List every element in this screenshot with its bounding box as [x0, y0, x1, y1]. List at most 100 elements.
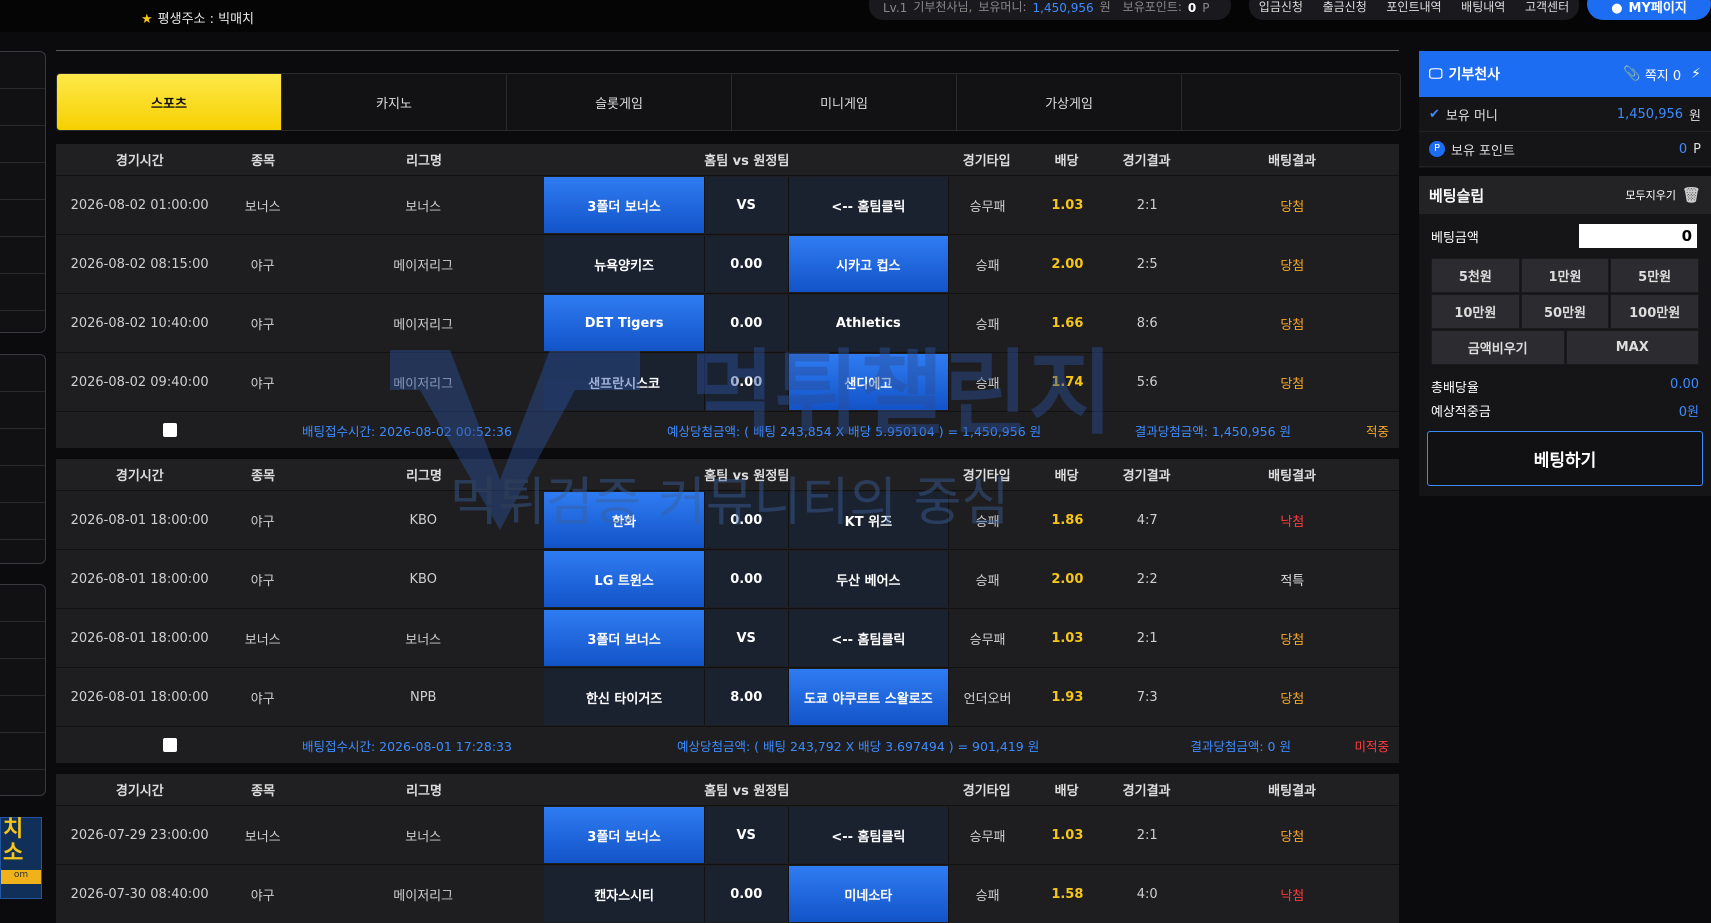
table-row: 2026-08-01 18:00:00 야구 KBO 한화 0.00 KT 위즈 승패 1.8… — [56, 490, 1399, 549]
header-cell: 경기결과 — [1122, 469, 1171, 484]
table-row: 2026-08-02 01:00:00 보너스 보너스 3폴더 보너스 VS <-- 홈팀… — [56, 175, 1399, 234]
tab-sports[interactable]: 스포츠 — [57, 74, 282, 130]
header-cell: 홈팀 vs 원정팀 — [704, 784, 790, 799]
bet-slip: 베팅슬립 모두지우기 🗑 베팅금액 0 5천원 1만원 5만원 10만원 50만… — [1419, 176, 1711, 496]
sport-name: 야구 — [250, 888, 275, 904]
game-type: 승패 — [975, 514, 1000, 530]
home-team-button[interactable]: LG 트윈스 — [544, 551, 705, 607]
menu-withdraw[interactable]: 출금신청 — [1323, 0, 1367, 15]
away-team-button[interactable]: <-- 홈팀클릭 — [788, 807, 950, 863]
place-bet-button[interactable]: 베팅하기 — [1427, 431, 1703, 486]
table-row: 2026-08-02 10:40:00 야구 메이저리그 DET Tigers 0.00… — [56, 293, 1399, 352]
away-team-button[interactable]: 두산 베어스 — [788, 551, 950, 607]
handicap-value: 0.00 — [704, 551, 789, 607]
tab-virtual[interactable]: 가상게임 — [957, 74, 1182, 130]
left-panel-3 — [0, 584, 46, 796]
home-team-button[interactable]: 샌프란시스코 — [544, 354, 705, 410]
bet-status: 미적중 — [1354, 738, 1389, 754]
table-row: 2026-07-29 23:00:00 보너스 보너스 3폴더 보너스 VS <-- 홈팀… — [56, 805, 1399, 864]
bet-result-status: 당첨 — [1280, 632, 1305, 648]
menu-points[interactable]: 포인트내역 — [1386, 0, 1441, 15]
header-cell: 리그명 — [406, 154, 442, 169]
match-score: 2:1 — [1136, 197, 1158, 213]
table-row: 2026-08-01 18:00:00 야구 NPB 한신 타이거즈 8.00 도쿄 야쿠… — [56, 667, 1399, 726]
mypage-button[interactable]: ● MY페이지 — [1587, 0, 1711, 20]
away-team-button[interactable]: 샌디에고 — [788, 354, 950, 410]
header-cell: 경기타입 — [962, 469, 1011, 484]
league-name: 보너스 — [405, 199, 442, 215]
match-time: 2026-07-29 23:00:00 — [70, 827, 209, 843]
side-banner[interactable]: 치 소 om — [0, 817, 42, 899]
bet-result-status: 당첨 — [1280, 199, 1305, 215]
bet-card: 경기시간 종목 리그명 홈팀 vs 원정팀 경기타입 배당 경기결과 배팅결과 2026-07-… — [56, 774, 1399, 923]
max-button[interactable]: MAX — [1565, 330, 1699, 365]
left-panel-2 — [0, 354, 46, 564]
game-type: 승패 — [975, 573, 1000, 589]
table-header: 경기시간 종목 리그명 홈팀 vs 원정팀 경기타입 배당 경기결과 배팅결과 — [56, 459, 1399, 490]
header-cell: 배당 — [1054, 154, 1079, 169]
menu-support[interactable]: 고객센터 — [1525, 0, 1569, 15]
away-team-button[interactable]: 시카고 컵스 — [788, 236, 950, 292]
sport-name: 야구 — [250, 691, 275, 707]
match-time: 2026-08-01 18:00:00 — [70, 512, 209, 528]
handicap-value: 0.00 — [704, 236, 789, 292]
user-info: Lv.1 기부천사님, 보유머니: 1,450,956 원 보유포인트: 0 P — [869, 0, 1231, 20]
tab-minigame[interactable]: 미니게임 — [732, 74, 957, 130]
home-team-button[interactable]: 한신 타이거즈 — [544, 669, 705, 725]
user-icon: ● — [1611, 1, 1623, 16]
amount-5k-button[interactable]: 5천원 — [1431, 258, 1520, 293]
memo-link[interactable]: 쪽지 0 — [1645, 65, 1681, 84]
tab-slot[interactable]: 슬롯게임 — [507, 74, 732, 130]
away-team-button[interactable]: <-- 홈팀클릭 — [788, 610, 950, 666]
game-type: 승패 — [975, 888, 1000, 904]
sport-name: 야구 — [250, 514, 275, 530]
away-team-button[interactable]: 도쿄 야쿠르트 스왈로즈 — [788, 669, 950, 725]
odds-value: 1.58 — [1051, 886, 1084, 902]
home-team-button[interactable]: 3폴더 보너스 — [544, 177, 705, 233]
amount-label: 베팅금액 — [1431, 231, 1479, 246]
away-team-button[interactable]: <-- 홈팀클릭 — [788, 177, 950, 233]
header-cell: 배팅결과 — [1268, 469, 1316, 484]
home-team-button[interactable]: 3폴더 보너스 — [544, 610, 705, 666]
match-score: 4:7 — [1136, 512, 1158, 528]
amount-100k-button[interactable]: 10만원 — [1431, 294, 1520, 329]
clear-all-button[interactable]: 모두지우기 — [1625, 187, 1676, 203]
trash-icon[interactable]: 🗑 — [1682, 186, 1701, 204]
home-team-button[interactable]: 3폴더 보너스 — [544, 807, 705, 863]
amount-1m-button[interactable]: 100만원 — [1610, 294, 1699, 329]
menu-bet-history[interactable]: 배팅내역 — [1461, 0, 1505, 15]
away-team-button[interactable]: Athletics — [788, 295, 950, 351]
select-checkbox[interactable] — [163, 423, 177, 437]
lightning-icon[interactable]: ⚡ — [1691, 66, 1701, 82]
bet-result-status: 낙첨 — [1280, 888, 1305, 904]
star-icon: ★ — [141, 12, 153, 27]
away-team-button[interactable]: KT 위즈 — [788, 492, 950, 548]
bet-result-status: 당첨 — [1280, 258, 1305, 274]
total-odds-row: 총배당율 0.00 — [1431, 377, 1699, 396]
clear-amount-button[interactable]: 금액비우기 — [1431, 330, 1565, 365]
header-cell: 리그명 — [406, 784, 442, 799]
amount-10k-button[interactable]: 1만원 — [1520, 258, 1610, 293]
amount-input[interactable]: 0 — [1579, 224, 1697, 248]
expected-win: 예상당첨금액: ( 배팅 243,854 X 배당 5.950104 ) = 1… — [666, 423, 1042, 439]
point-line: P 보유 포인트 0 P — [1419, 132, 1711, 167]
home-team-button[interactable]: DET Tigers — [544, 295, 705, 351]
amount-50k-button[interactable]: 5만원 — [1610, 258, 1699, 293]
league-name: 메이저리그 — [393, 317, 454, 333]
select-checkbox[interactable] — [163, 738, 177, 752]
sport-name: 야구 — [250, 376, 275, 392]
tab-casino[interactable]: 카지노 — [282, 74, 507, 130]
odds-value: 1.93 — [1051, 689, 1084, 705]
league-name: KBO — [409, 571, 437, 587]
odds-value: 1.03 — [1051, 630, 1084, 646]
header-cell: 홈팀 vs 원정팀 — [704, 469, 790, 484]
sport-name: 야구 — [250, 573, 275, 589]
match-time: 2026-08-01 18:00:00 — [70, 571, 209, 587]
amount-500k-button[interactable]: 50만원 — [1520, 294, 1610, 329]
game-type: 승무패 — [969, 632, 1006, 648]
bet-result-status: 적특 — [1280, 573, 1305, 589]
menu-deposit[interactable]: 입금신청 — [1259, 0, 1303, 15]
home-team-button[interactable]: 뉴욕양키즈 — [544, 236, 705, 292]
match-score: 5:6 — [1136, 374, 1158, 390]
home-team-button[interactable]: 한화 — [544, 492, 705, 548]
